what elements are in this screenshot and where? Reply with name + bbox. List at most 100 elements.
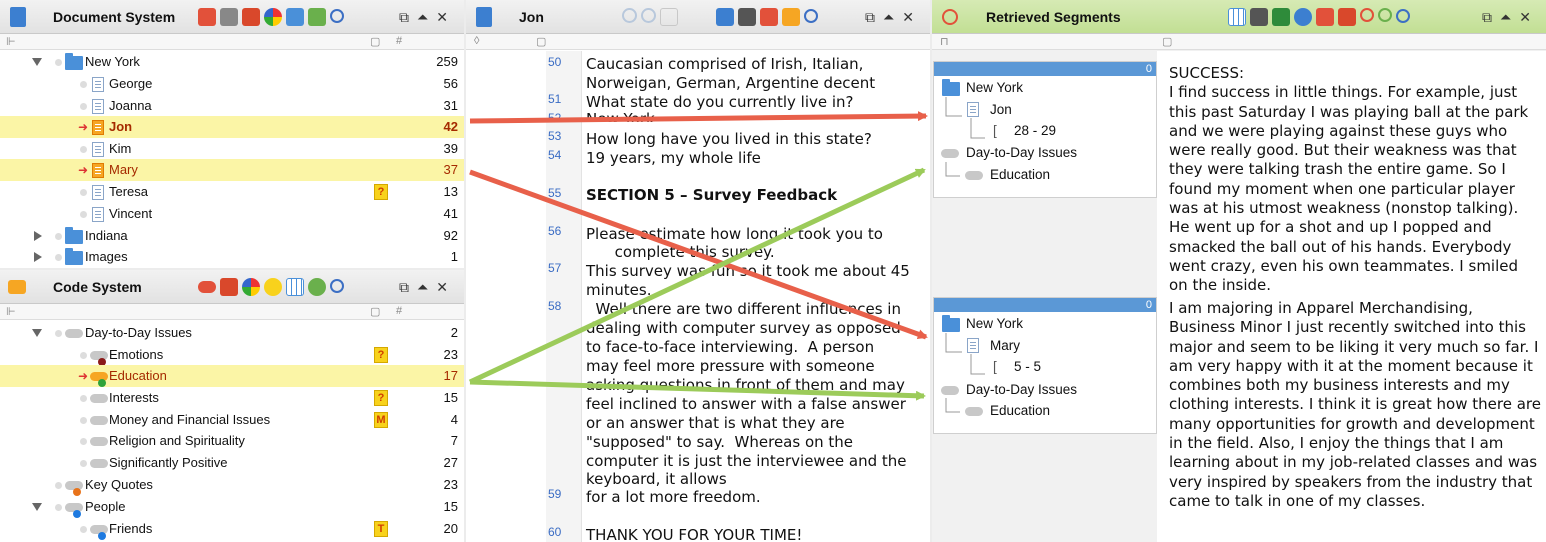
code-label: Education bbox=[109, 368, 167, 383]
copy-documents-icon[interactable] bbox=[220, 8, 238, 26]
code-count: 20 bbox=[443, 521, 458, 536]
export-icon[interactable] bbox=[760, 8, 778, 26]
print-icon[interactable] bbox=[738, 8, 756, 26]
undock-icon[interactable]: ⧉ bbox=[1482, 9, 1492, 25]
export-excel-icon[interactable] bbox=[1272, 8, 1290, 26]
color-codes-icon[interactable] bbox=[242, 278, 260, 296]
code-row-key-quotes[interactable]: Key Quotes 23 bbox=[0, 474, 464, 496]
tree-row-george[interactable]: George 56 bbox=[0, 73, 464, 95]
tree-row-images[interactable]: Images 1 bbox=[0, 246, 464, 268]
tree-row-mary[interactable]: ➜ Mary 37 bbox=[0, 159, 464, 181]
document-text-line: How long have you lived in this state? bbox=[586, 130, 872, 148]
activate-documents-icon[interactable] bbox=[242, 8, 260, 26]
expand-triangle-icon[interactable] bbox=[32, 503, 42, 511]
memo-icon[interactable]: M bbox=[374, 412, 388, 428]
line-number: 54 bbox=[548, 148, 562, 162]
code-row-people[interactable]: People 15 bbox=[0, 496, 464, 518]
code-row-money-and-financial-issues[interactable]: Money and Financial Issues M 4 bbox=[0, 409, 464, 431]
edit-document-icon[interactable] bbox=[716, 8, 734, 26]
tree-row-joanna[interactable]: Joanna 31 bbox=[0, 95, 464, 117]
document-system-icon bbox=[10, 7, 26, 27]
collapse-icon[interactable]: ⏶ bbox=[417, 9, 428, 25]
status-dot bbox=[80, 81, 87, 88]
search-icon[interactable] bbox=[804, 9, 818, 23]
status-dot bbox=[55, 482, 62, 489]
code-row-significantly-positive[interactable]: Significantly Positive 27 bbox=[0, 452, 464, 474]
retrieved-segments-column-header: ⊓ ▢ bbox=[932, 34, 1546, 50]
code-row-friends[interactable]: Friends T 20 bbox=[0, 518, 464, 540]
import-documents-icon[interactable] bbox=[308, 8, 326, 26]
code-row-emotions[interactable]: Emotions ? 23 bbox=[0, 344, 464, 366]
memo-icon[interactable]: ? bbox=[374, 184, 388, 200]
tree-label: Kim bbox=[109, 141, 132, 156]
close-icon[interactable]: ✕ bbox=[902, 9, 914, 25]
new-document-icon[interactable] bbox=[198, 8, 216, 26]
code-color-dot bbox=[98, 532, 106, 540]
search-icon[interactable] bbox=[330, 9, 344, 23]
search-icon[interactable] bbox=[1396, 9, 1410, 23]
code-icon[interactable] bbox=[1360, 8, 1374, 22]
tree-row-vincent[interactable]: Vincent 41 bbox=[0, 203, 464, 225]
code-label: Religion and Spirituality bbox=[109, 433, 245, 448]
table-view-icon[interactable] bbox=[1228, 8, 1246, 26]
close-icon[interactable]: ✕ bbox=[1519, 9, 1531, 25]
memo-icon[interactable]: T bbox=[374, 521, 388, 537]
line-number-gutter bbox=[546, 51, 582, 542]
tree-row-jon[interactable]: ➜ Jon 42 bbox=[0, 116, 464, 138]
summary-icon[interactable] bbox=[1338, 8, 1356, 26]
line-number: 55 bbox=[548, 186, 562, 200]
emoticode-icon[interactable] bbox=[264, 278, 282, 296]
tree-row-teresa[interactable]: Teresa ? 13 bbox=[0, 181, 464, 203]
collapse-icon[interactable]: ⏶ bbox=[883, 9, 894, 25]
filter-icon[interactable] bbox=[782, 8, 800, 26]
add-code-icon[interactable] bbox=[1378, 8, 1392, 22]
collapse-icon[interactable]: ⏶ bbox=[1500, 9, 1511, 25]
code-label: Interests bbox=[109, 390, 159, 405]
code-row-day-to-day-issues[interactable]: Day-to-Day Issues 2 bbox=[0, 322, 464, 344]
close-icon[interactable]: ✕ bbox=[436, 9, 448, 25]
search-icon[interactable] bbox=[330, 279, 344, 293]
memo-icon[interactable]: ? bbox=[374, 390, 388, 406]
code-table-icon[interactable] bbox=[286, 278, 304, 296]
tree-label: Mary bbox=[109, 162, 138, 177]
code-label: Key Quotes bbox=[85, 477, 153, 492]
export-icon[interactable] bbox=[1316, 8, 1334, 26]
export-html-icon[interactable] bbox=[1294, 8, 1312, 26]
document-edit-icon bbox=[92, 120, 104, 135]
document-text-line: to face-to-face interviewing. A person bbox=[586, 338, 875, 356]
zoom-out-icon[interactable] bbox=[641, 8, 656, 23]
expand-triangle-icon[interactable] bbox=[32, 329, 42, 337]
zoom-reset-icon[interactable] bbox=[660, 8, 678, 26]
code-color-dot bbox=[98, 379, 106, 387]
status-dot bbox=[80, 352, 87, 359]
code-row-education[interactable]: ➜ Education 17 bbox=[0, 365, 464, 387]
memo-icon[interactable]: ? bbox=[374, 347, 388, 363]
print-icon[interactable] bbox=[1250, 8, 1268, 26]
code-system-column-header: ⊩ ▢ # bbox=[0, 304, 464, 320]
undock-icon[interactable]: ⧉ bbox=[865, 9, 875, 25]
close-icon[interactable]: ✕ bbox=[436, 279, 448, 295]
expand-triangle-icon[interactable] bbox=[34, 252, 42, 262]
undock-icon[interactable]: ⧉ bbox=[399, 9, 409, 25]
tree-row-kim[interactable]: Kim 39 bbox=[0, 138, 464, 160]
expand-triangle-icon[interactable] bbox=[32, 58, 42, 66]
undock-icon[interactable]: ⧉ bbox=[399, 279, 409, 295]
tree-row-indiana[interactable]: Indiana 92 bbox=[0, 225, 464, 247]
document-text-line: or an answer that is what they are bbox=[586, 414, 845, 432]
code-row-interests[interactable]: Interests ? 15 bbox=[0, 387, 464, 409]
code-icon bbox=[65, 329, 83, 338]
zoom-in-icon[interactable] bbox=[622, 8, 637, 23]
document-text-line: "supposed" to say. Whereas on the bbox=[586, 433, 854, 451]
copy-codes-icon[interactable] bbox=[220, 278, 238, 296]
code-row-religion-and-spirituality[interactable]: Religion and Spirituality 7 bbox=[0, 430, 464, 452]
segment-range: 5 - 5 bbox=[1014, 359, 1042, 374]
add-code-icon[interactable] bbox=[308, 278, 326, 296]
tree-row-new-york[interactable]: New York 259 bbox=[0, 51, 464, 73]
collapse-icon[interactable]: ⏶ bbox=[417, 279, 428, 295]
new-code-icon[interactable] bbox=[198, 281, 216, 293]
add-document-group-icon[interactable] bbox=[286, 8, 304, 26]
expand-triangle-icon[interactable] bbox=[34, 231, 42, 241]
color-documents-icon[interactable] bbox=[264, 8, 282, 26]
code-count: 23 bbox=[443, 347, 458, 362]
tree-count: 56 bbox=[443, 76, 458, 91]
